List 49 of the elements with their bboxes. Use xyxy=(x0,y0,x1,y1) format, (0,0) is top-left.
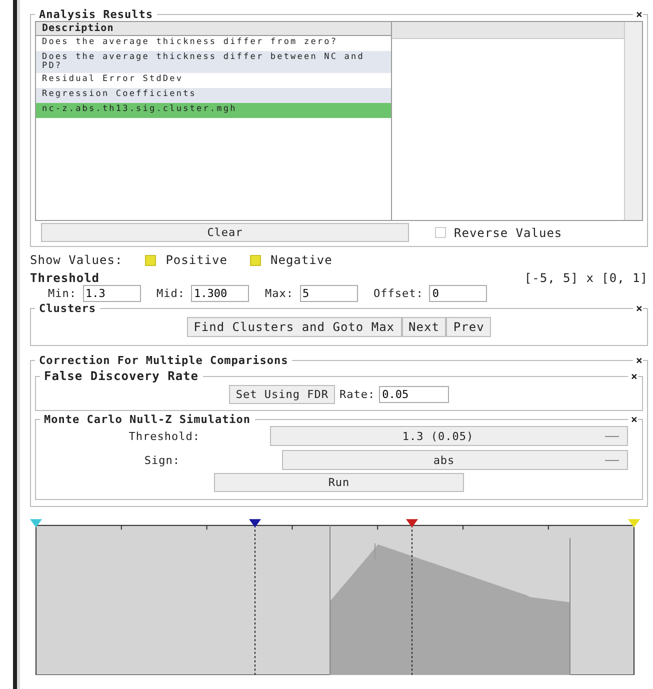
threshold-marker[interactable] xyxy=(249,519,261,675)
section-title: Clusters xyxy=(38,302,97,315)
section-title: Monte Carlo Null-Z Simulation xyxy=(43,413,252,426)
rate-label: Rate: xyxy=(339,388,376,401)
section-title: Correction For Multiple Comparisons xyxy=(38,354,290,367)
column-header[interactable]: Description xyxy=(36,22,391,36)
list-row[interactable]: nc-z.abs.th13.sig.cluster.mgh xyxy=(36,103,391,118)
field-label: Offset: xyxy=(374,287,424,300)
input-field[interactable]: 0 xyxy=(429,285,488,302)
checkbox-label: Reverse Values xyxy=(454,226,562,240)
input-field[interactable]: 1.3 xyxy=(82,285,140,302)
run-button[interactable]: Run xyxy=(214,473,464,492)
section-title: False Discovery Rate xyxy=(43,369,200,383)
list-row[interactable]: Regression Coefficients xyxy=(36,88,391,103)
checkbox-label: Positive xyxy=(166,253,228,267)
close-button[interactable]: × xyxy=(632,302,643,315)
clear-button[interactable]: Clear xyxy=(41,223,409,242)
close-button[interactable]: × xyxy=(628,370,638,382)
close-button[interactable]: × xyxy=(632,354,643,367)
range-label: [-5, 5] x [0, 1] xyxy=(524,271,648,285)
checkbox[interactable] xyxy=(250,254,260,266)
cluster-button[interactable]: Find Clusters and Goto Max xyxy=(186,317,402,337)
field-label: Mid: xyxy=(156,287,185,300)
close-button[interactable]: × xyxy=(628,413,638,426)
cluster-button[interactable]: Next xyxy=(402,317,446,337)
checkbox-label: Negative xyxy=(270,253,332,267)
threshold-marker[interactable] xyxy=(406,519,418,675)
field-label: Min: xyxy=(48,287,76,300)
checkbox[interactable] xyxy=(144,254,156,266)
sign-dropdown[interactable]: abs xyxy=(282,450,628,470)
field-label: Threshold: xyxy=(128,430,200,442)
threshold-dropdown[interactable]: 1.3 (0.05) xyxy=(270,426,628,446)
close-button[interactable]: × xyxy=(632,8,643,21)
range-marker[interactable] xyxy=(30,519,42,528)
field-label: Max: xyxy=(265,287,294,300)
section-title: Analysis Results xyxy=(38,8,154,21)
input-field[interactable]: 0.05 xyxy=(379,386,450,403)
show-values-label: Show Values: xyxy=(30,253,123,267)
fdr-button[interactable]: Set Using FDR xyxy=(228,385,336,404)
field-label: Sign: xyxy=(144,454,180,466)
checkbox[interactable] xyxy=(435,227,446,238)
input-field[interactable]: 5 xyxy=(300,285,358,302)
section-title: Threshold xyxy=(30,271,100,285)
column-header[interactable] xyxy=(392,22,624,39)
cluster-button[interactable]: Prev xyxy=(446,317,492,337)
scrollbar[interactable] xyxy=(624,22,642,220)
range-marker[interactable] xyxy=(628,519,640,528)
list-row[interactable]: Does the average thickness differ between NC and PD? xyxy=(36,51,391,73)
input-field[interactable]: 1.300 xyxy=(191,285,249,302)
